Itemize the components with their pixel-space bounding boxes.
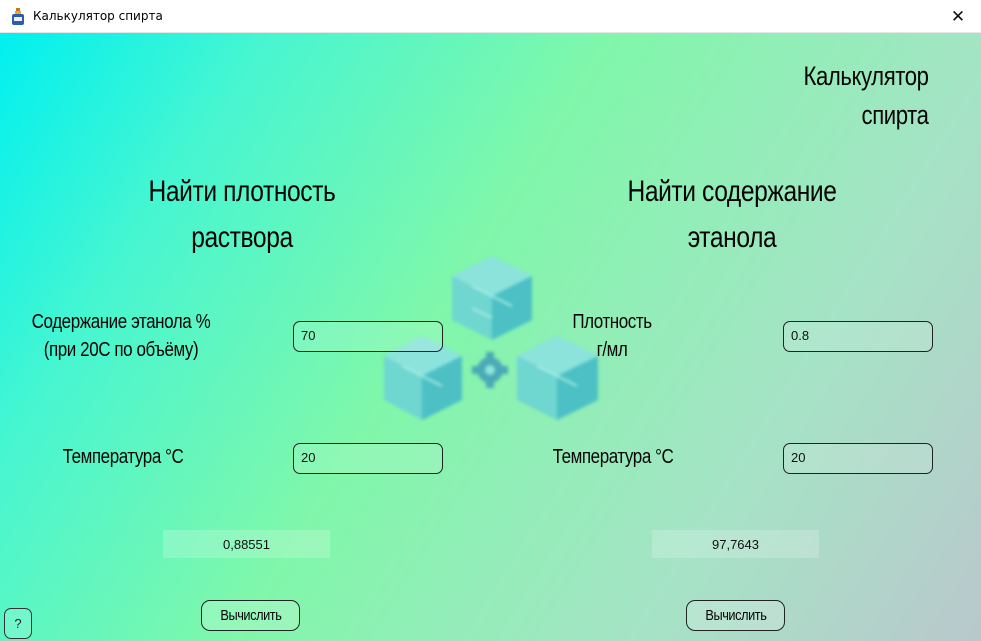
left-title-line2: раствора [191,221,293,254]
window-title: Калькулятор спирта [33,9,163,23]
density-result: 0,88551 [163,530,330,558]
ethanol-content-result: 97,7643 [652,530,819,558]
help-icon: ? [14,616,22,631]
window-titlebar: Калькулятор спирта ✕ [0,0,981,33]
ethanol-content-input[interactable]: 70 [293,321,443,352]
ethanol-content-label-line2: (при 20С по объёму) [43,339,199,361]
app-heading-line2: спирта [861,100,929,130]
help-button[interactable]: ? [4,608,32,639]
left-temperature-label: Температура °С [62,446,184,468]
left-title-line1: Найти плотность [148,175,336,208]
ethanol-content-label: Содержание этанола % (при 20С по объёму) [18,308,224,364]
density-label-line2: г/мл [596,339,628,361]
ethanol-content-label-line1: Содержание этанола % [31,311,211,333]
right-temperature-label: Температура °С [552,446,674,468]
right-title-line2: этанола [687,221,777,254]
app-heading-line1: Калькулятор [803,61,930,91]
calculate-density-button-label: Вычислить [219,607,282,624]
close-button[interactable]: ✕ [935,0,981,33]
calculate-ethanol-button-label: Вычислить [704,607,767,624]
app-heading: Калькулятор спирта [803,57,930,135]
right-title-line1: Найти содержание [627,175,837,208]
right-temperature-input[interactable]: 20 [783,443,933,474]
calculate-ethanol-button[interactable]: Вычислить [686,600,785,631]
close-icon: ✕ [950,6,966,27]
left-temperature-input[interactable]: 20 [293,443,443,474]
app-client-area: Калькулятор спирта Найти плотность раств… [0,33,981,641]
density-label: Плотность г/мл [551,308,673,364]
density-label-line1: Плотность [572,311,652,333]
density-input[interactable]: 0.8 [783,321,933,352]
calculate-density-button[interactable]: Вычислить [201,600,300,631]
right-section-title: Найти содержание этанола [609,169,855,261]
left-section-title: Найти плотность раствора [119,169,365,261]
bottle-icon [12,8,24,25]
